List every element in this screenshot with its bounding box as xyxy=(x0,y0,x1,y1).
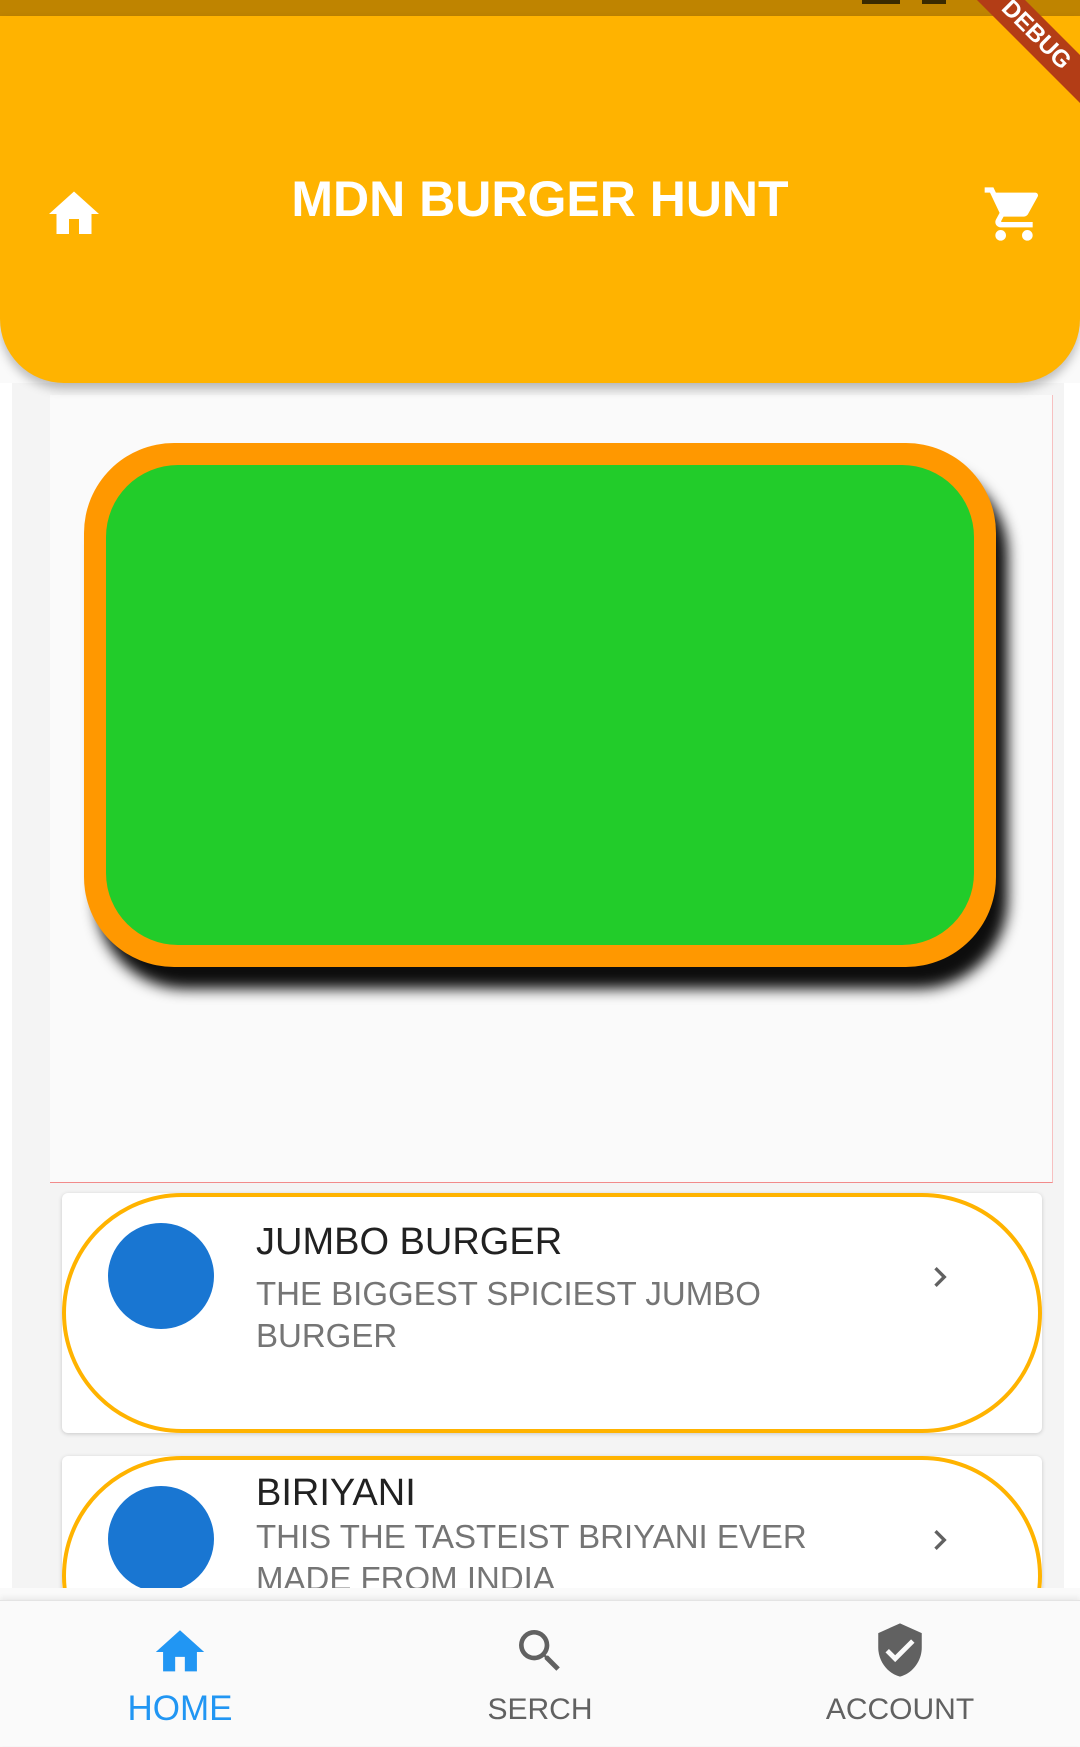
debug-banner: DEBUG xyxy=(940,0,1080,140)
avatar xyxy=(108,1486,214,1588)
debug-label: DEBUG xyxy=(953,0,1080,118)
cart-button[interactable] xyxy=(980,180,1048,248)
nav-item-home[interactable]: HOME xyxy=(0,1601,360,1747)
status-bar xyxy=(0,0,1080,16)
verified-user-icon xyxy=(878,1623,922,1677)
featured-banner[interactable] xyxy=(84,443,996,967)
list-item-subtitle: THIS THE TASTEIST BRIYANI EVER MADE FROM… xyxy=(256,1518,807,1588)
nav-label-account: ACCOUNT xyxy=(825,1693,975,1726)
list-item-biriyani[interactable]: BIRIYANI THIS THE TASTEIST BRIYANI EVER … xyxy=(62,1456,1042,1588)
chevron-right-icon xyxy=(934,1530,947,1550)
chevron-right-icon xyxy=(934,1267,947,1287)
list-item-title: JUMBO BURGER xyxy=(256,1221,563,1263)
app-title: MDN BURGER HUNT xyxy=(291,171,789,227)
nav-label-search: SERCH xyxy=(487,1693,593,1726)
home-icon xyxy=(155,1630,205,1672)
nav-item-search[interactable]: SERCH xyxy=(360,1601,720,1747)
avatar xyxy=(108,1223,214,1329)
list-item-subtitle: THE BIGGEST SPICIEST JUMBO BURGER xyxy=(256,1275,761,1354)
nav-label-home: HOME xyxy=(127,1689,233,1728)
app-bar: MDN BURGER HUNT xyxy=(0,16,1080,383)
search-icon xyxy=(519,1630,560,1671)
nav-item-account[interactable]: ACCOUNT xyxy=(720,1601,1080,1747)
list-item-title: BIRIYANI xyxy=(256,1472,416,1514)
bottom-navigation: HOME SERCH ACCOUNT xyxy=(0,1600,1080,1746)
status-icon xyxy=(862,0,900,4)
list-item-jumbo-burger[interactable]: JUMBO BURGER THE BIGGEST SPICIEST JUMBO … xyxy=(62,1193,1042,1433)
shopping-cart-icon xyxy=(984,187,1039,241)
featured-banner-image xyxy=(106,465,974,945)
